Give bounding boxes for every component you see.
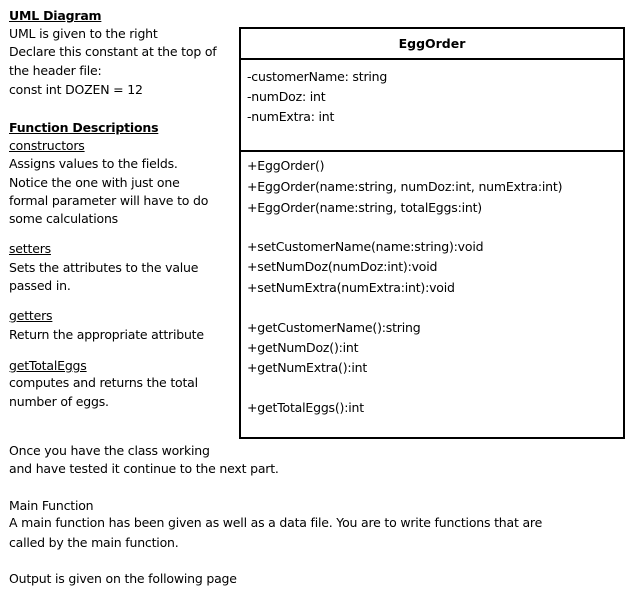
gettotaleggs-desc: number of eggs. (9, 394, 109, 409)
uml-method: +setNumExtra(numExtra:int):void (247, 280, 455, 295)
gettotaleggs-title: getTotalEggs (9, 358, 87, 373)
uml-class-diagram: EggOrder -customerName: string -numDoz: … (239, 27, 625, 439)
divider (241, 58, 623, 60)
uml-method: +getTotalEggs():int (247, 400, 364, 415)
constructors-desc: formal parameter will have to do (9, 193, 209, 208)
uml-method: +EggOrder(name:string, numDoz:int, numEx… (247, 179, 563, 194)
function-descriptions-heading: Function Descriptions (9, 120, 159, 135)
uml-method: +setCustomerName(name:string):void (247, 239, 484, 254)
main-function-title: Main Function (9, 498, 94, 513)
uml-method: +EggOrder() (247, 158, 325, 173)
uml-attribute: -numExtra: int (247, 109, 335, 124)
constant-declaration: const int DOZEN = 12 (9, 82, 143, 97)
constructors-desc: Assigns values to the fields. (9, 156, 178, 171)
uml-attribute: -numDoz: int (247, 89, 326, 104)
uml-method: +getNumDoz():int (247, 340, 359, 355)
constructors-desc: some calculations (9, 211, 118, 226)
setters-desc: Sets the attributes to the value (9, 260, 199, 275)
main-function-text: called by the main function. (9, 535, 179, 550)
uml-method: +EggOrder(name:string, totalEggs:int) (247, 200, 482, 215)
setters-desc: passed in. (9, 278, 71, 293)
once-text: and have tested it continue to the next … (9, 461, 279, 476)
uml-class-name: EggOrder (398, 36, 466, 51)
intro-line: the header file: (9, 63, 102, 78)
intro-line: Declare this constant at the top of (9, 44, 217, 59)
divider (241, 150, 623, 152)
uml-method: +getCustomerName():string (247, 320, 421, 335)
document-page: UML Diagram UML is given to the right De… (0, 0, 642, 596)
once-text: Once you have the class working (9, 443, 210, 458)
constructors-title: constructors (9, 138, 85, 153)
gettotaleggs-desc: computes and returns the total (9, 375, 198, 390)
uml-method: +getNumExtra():int (247, 360, 368, 375)
output-note: Output is given on the following page (9, 571, 237, 586)
constructors-desc: Notice the one with just one (9, 175, 180, 190)
uml-method: +setNumDoz(numDoz:int):void (247, 259, 438, 274)
getters-desc: Return the appropriate attribute (9, 327, 204, 342)
setters-title: setters (9, 241, 51, 256)
intro-line: UML is given to the right (9, 26, 158, 41)
getters-title: getters (9, 308, 53, 323)
main-function-text: A main function has been given as well a… (9, 515, 543, 530)
uml-attribute: -customerName: string (247, 69, 388, 84)
uml-heading: UML Diagram (9, 8, 102, 23)
